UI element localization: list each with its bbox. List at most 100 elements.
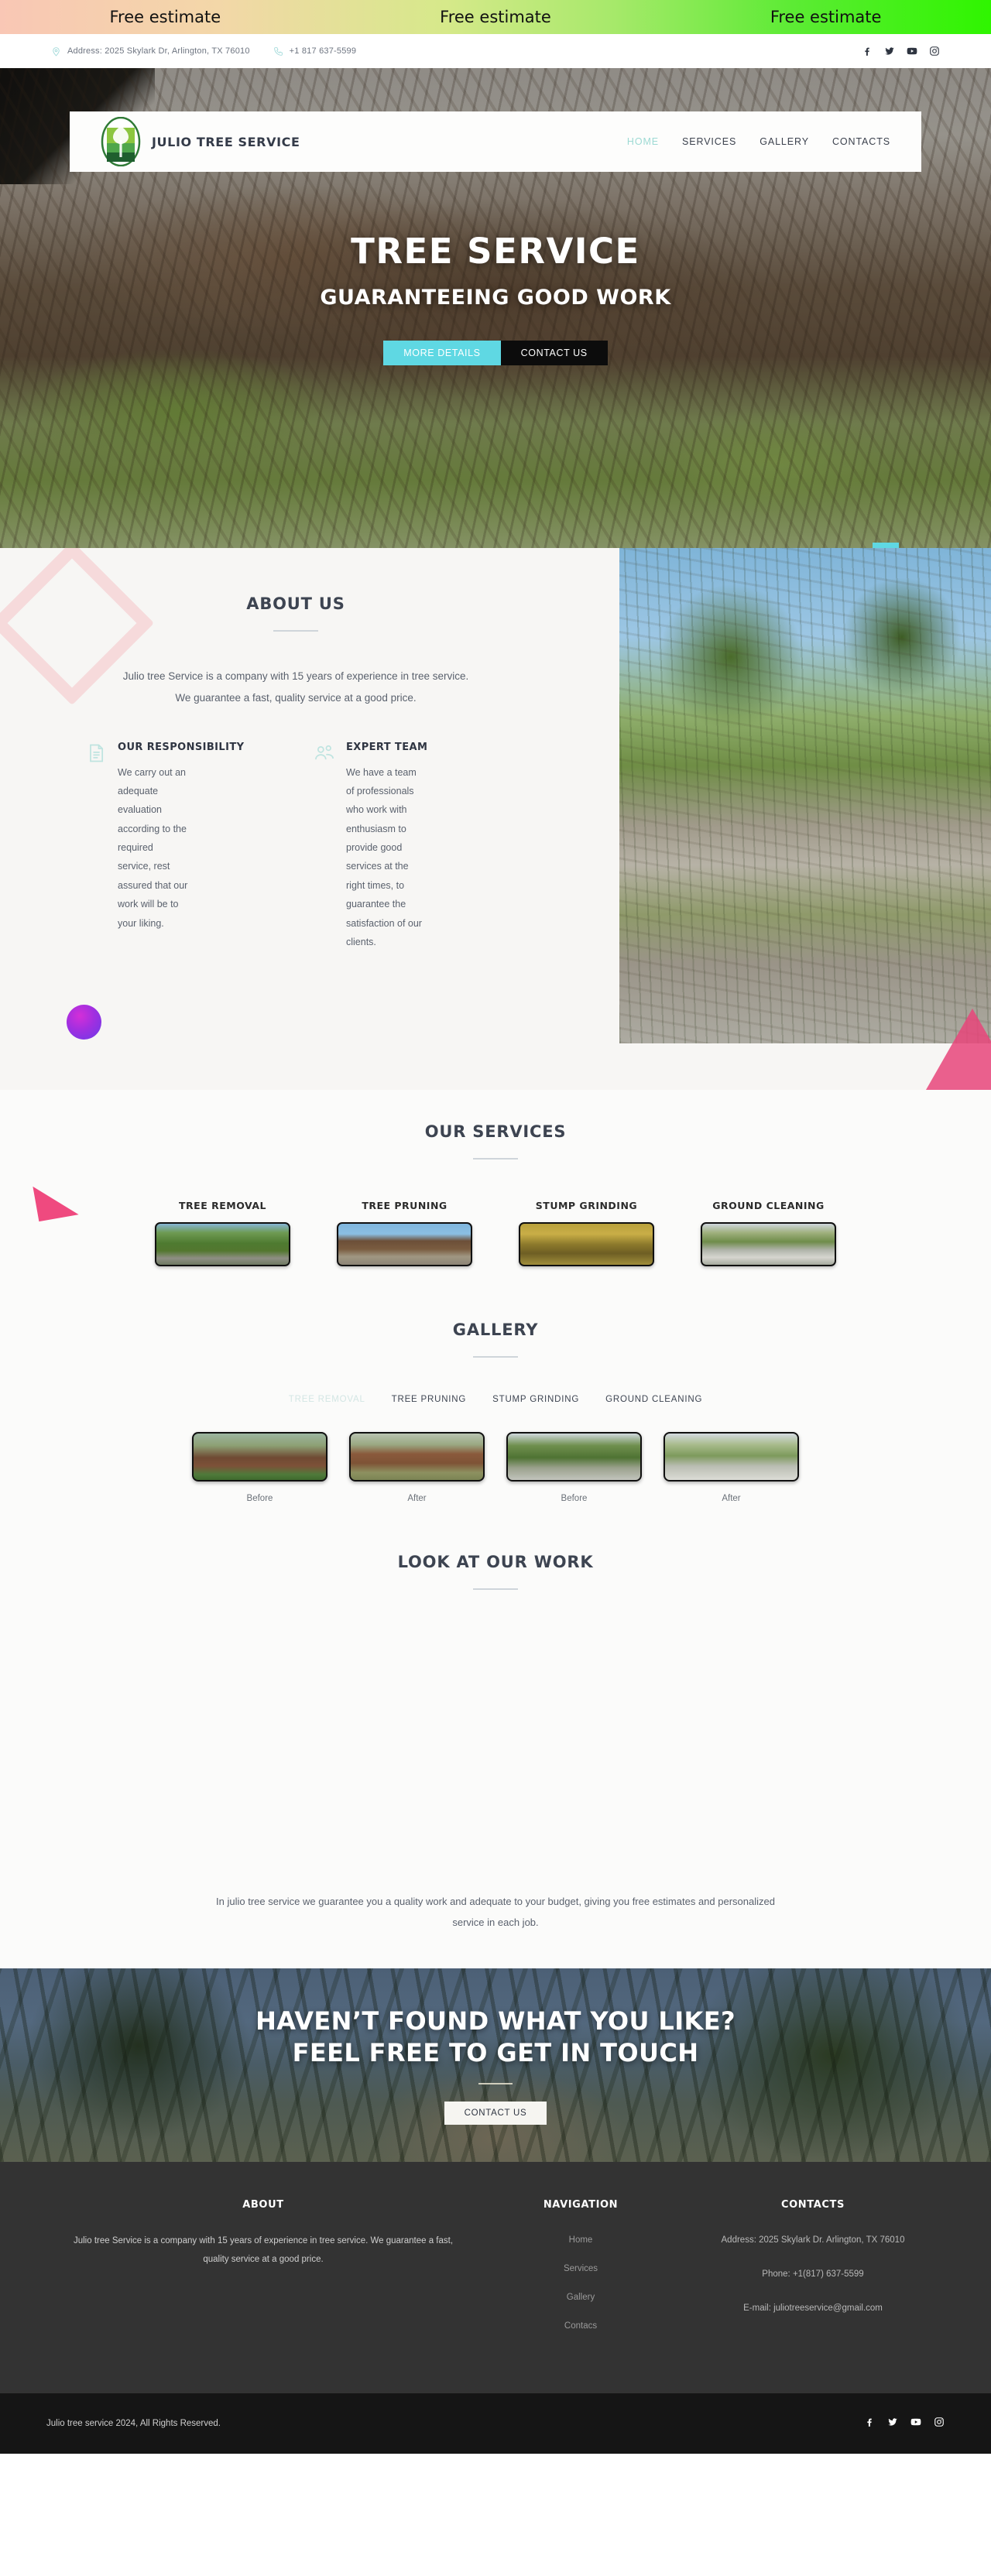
footer-contacts-column: CONTACTS Address: 2025 Skylark Dr. Arlin… — [681, 2199, 945, 2347]
services-title: OUR SERVICES — [424, 1122, 567, 1141]
gallery-item[interactable]: Before — [192, 1432, 327, 1503]
twitter-link[interactable] — [884, 46, 895, 57]
feature-our-responsibility: OUR RESPONSIBILITY We carry out an adequ… — [85, 741, 283, 952]
gallery-tab-ground-cleaning[interactable]: GROUND CLEANING — [605, 1395, 702, 1404]
service-thumbnail — [701, 1222, 836, 1266]
cta-divider — [478, 2083, 513, 2085]
hero-content: TREE SERVICE GUARANTEEING GOOD WORK MORE… — [0, 231, 991, 365]
promo-text-2: Free estimate — [440, 8, 551, 26]
brand[interactable]: JULIO TREE SERVICE — [101, 117, 300, 166]
about-left-column: ABOUT US Julio tree Service is a company… — [0, 548, 592, 951]
gallery-item[interactable]: After — [664, 1432, 799, 1503]
footer-address: Address: 2025 Skylark Dr. Arlington, TX … — [721, 2235, 905, 2245]
address-info: Address: 2025 Skylark Dr, Arlington, TX … — [51, 46, 250, 57]
nav-item-services[interactable]: SERVICES — [682, 136, 736, 147]
list-item: Home — [480, 2232, 681, 2246]
footer-email[interactable]: E-mail: juliotreeservice@gmail.com — [681, 2300, 945, 2317]
facebook-icon — [865, 47, 869, 56]
about-divider — [273, 630, 318, 632]
youtube-link[interactable] — [907, 46, 917, 57]
instagram-icon — [930, 46, 939, 56]
scroll-to-top-button[interactable] — [873, 543, 899, 548]
topbar-socials — [862, 46, 940, 57]
instagram-icon — [934, 2417, 944, 2427]
service-card[interactable]: TREE PRUNING — [337, 1200, 472, 1266]
phone-info[interactable]: +1 817 637-5599 — [273, 46, 357, 57]
nav-item-contacts[interactable]: CONTACTS — [832, 136, 890, 147]
decorative-triangle-right — [926, 1009, 991, 1090]
service-card[interactable]: STUMP GRINDING — [519, 1200, 654, 1266]
footer-link-gallery[interactable]: Gallery — [567, 2293, 595, 2302]
cta-contact-us-button[interactable]: CONTACT US — [444, 2102, 547, 2126]
footer-link-contacs[interactable]: Contacs — [564, 2321, 597, 2331]
twitter-icon — [888, 2418, 897, 2426]
cta-content: HAVEN’T FOUND WHAT YOU LIKE? FEEL FREE T… — [255, 2006, 736, 2126]
hero-contact-us-button[interactable]: CONTACT US — [500, 341, 608, 365]
about-title: ABOUT US — [246, 594, 345, 613]
gallery-section: GALLERY TREE REMOVAL TREE PRUNING STUMP … — [0, 1290, 991, 1522]
gallery-image — [664, 1432, 799, 1482]
nav-item-gallery[interactable]: GALLERY — [760, 136, 809, 147]
gallery-image — [506, 1432, 642, 1482]
cta-line-1: HAVEN’T FOUND WHAT YOU LIKE? — [255, 2006, 736, 2036]
nav-item-home[interactable]: HOME — [627, 136, 659, 147]
hero-section: JULIO TREE SERVICE HOME SERVICES GALLERY… — [0, 68, 991, 548]
services-section: OUR SERVICES TREE REMOVAL TREE PRUNING S… — [0, 1090, 991, 1290]
service-card[interactable]: TREE REMOVAL — [155, 1200, 290, 1266]
work-title: LOOK AT OUR WORK — [397, 1553, 594, 1571]
footer-link-home[interactable]: Home — [569, 2235, 593, 2245]
promo-text-3: Free estimate — [770, 8, 882, 26]
cursor-highlight — [67, 1005, 101, 1040]
footer-twitter-link[interactable] — [887, 2417, 898, 2431]
twitter-icon — [885, 47, 894, 55]
gallery-tab-tree-removal[interactable]: TREE REMOVAL — [289, 1395, 365, 1404]
gallery-item[interactable]: After — [349, 1432, 485, 1503]
footer-nav-title: NAVIGATION — [543, 2199, 619, 2211]
tree-logo-icon — [101, 117, 141, 166]
work-video-embed[interactable] — [248, 1632, 743, 1887]
decorative-triangle-left — [33, 1179, 79, 1222]
facebook-link[interactable] — [862, 46, 873, 57]
gallery-image — [349, 1432, 485, 1482]
footer-bottom-bar: Julio tree service 2024, All Rights Rese… — [0, 2393, 991, 2454]
footer-phone[interactable]: Phone: +1(817) 637-5599 — [681, 2266, 945, 2283]
service-label: STUMP GRINDING — [535, 1200, 638, 1211]
youtube-icon — [910, 2418, 921, 2426]
footer-link-services[interactable]: Services — [564, 2264, 598, 2273]
hero-subtitle: GUARANTEEING GOOD WORK — [320, 286, 671, 310]
list-item: Gallery — [480, 2290, 681, 2304]
promo-banner: Free estimate Free estimate Free estimat… — [0, 0, 991, 34]
about-features: OUR RESPONSIBILITY We carry out an adequ… — [46, 741, 545, 952]
instagram-link[interactable] — [929, 46, 940, 57]
footer-facebook-link[interactable] — [864, 2417, 875, 2431]
top-info-bar: Address: 2025 Skylark Dr, Arlington, TX … — [0, 34, 991, 68]
footer-instagram-link[interactable] — [934, 2417, 945, 2431]
phone-text: +1 817 637-5599 — [289, 46, 357, 56]
gallery-image — [192, 1432, 327, 1482]
feature-text: We carry out an adequate evaluation acco… — [118, 766, 188, 929]
more-details-button[interactable]: MORE DETAILS — [383, 341, 501, 365]
service-card[interactable]: GROUND CLEANING — [701, 1200, 836, 1266]
footer-about-title: ABOUT — [242, 2199, 284, 2211]
gallery-grid: Before After Before After — [0, 1432, 991, 1503]
footer-about-text: Julio tree Service is a company with 15 … — [73, 2236, 454, 2264]
gallery-item[interactable]: Before — [506, 1432, 642, 1503]
gallery-tab-stump-grinding[interactable]: STUMP GRINDING — [492, 1395, 579, 1404]
list-item: Contacs — [480, 2318, 681, 2332]
services-divider — [473, 1158, 518, 1160]
service-label: TREE PRUNING — [362, 1200, 447, 1211]
gallery-tab-tree-pruning[interactable]: TREE PRUNING — [392, 1395, 467, 1404]
list-item: Services — [480, 2261, 681, 2275]
gallery-caption: Before — [246, 1494, 273, 1503]
service-thumbnail — [337, 1222, 472, 1266]
brand-name: JULIO TREE SERVICE — [152, 134, 300, 149]
footer-socials — [864, 2417, 945, 2431]
work-section: LOOK AT OUR WORK In julio tree service w… — [0, 1522, 991, 1969]
footer-youtube-link[interactable] — [910, 2417, 921, 2431]
copyright-text: Julio tree service 2024, All Rights Rese… — [46, 2419, 221, 2429]
about-photo — [619, 548, 991, 1043]
cta-section: HAVEN’T FOUND WHAT YOU LIKE? FEEL FREE T… — [0, 1968, 991, 2163]
gallery-caption: Before — [561, 1494, 588, 1503]
footer: ABOUT Julio tree Service is a company wi… — [0, 2162, 991, 2394]
gallery-caption: After — [407, 1494, 427, 1503]
